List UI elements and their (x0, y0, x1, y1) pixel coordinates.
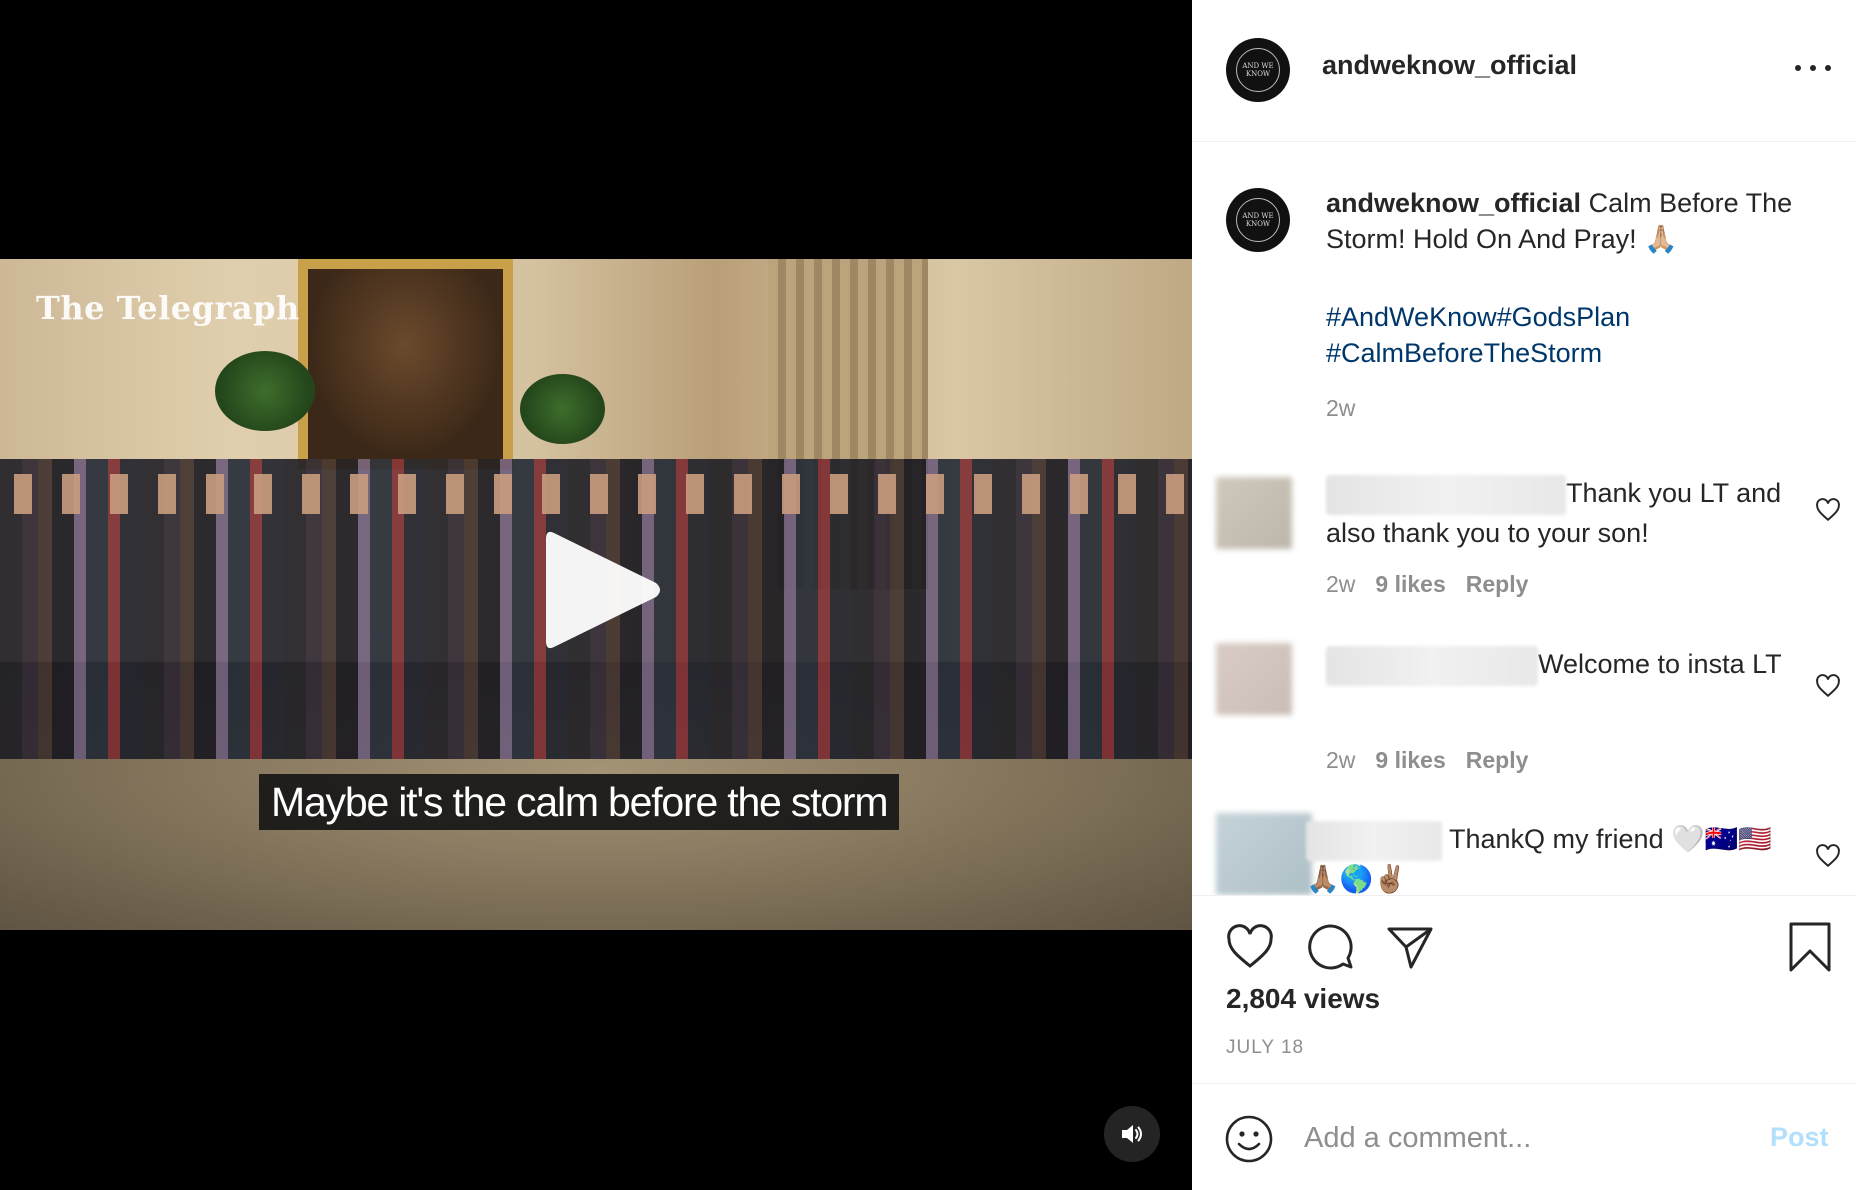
caption-hashtags: #AndWeKnow#GodsPlan #CalmBeforeTheStorm (1326, 299, 1836, 371)
comment-bubble-icon[interactable] (1304, 921, 1356, 973)
caption-username[interactable]: andweknow_official (1326, 188, 1581, 218)
comment-time[interactable]: 2w (1326, 747, 1355, 773)
save-bookmark-icon[interactable] (1784, 921, 1836, 973)
comment-item: Welcome to insta LT 2w 9 likes Reply (1192, 643, 1856, 793)
video-subtitle: Maybe it's the calm before the storm (259, 774, 900, 830)
comment-avatar[interactable] (1216, 643, 1292, 715)
post-actions: 2,804 views JULY 18 (1192, 895, 1856, 1083)
post-username[interactable]: andweknow_official (1322, 50, 1577, 81)
hashtag-link[interactable]: #AndWeKnow (1326, 302, 1497, 332)
post-header: AND WE KNOW andweknow_official (1192, 0, 1856, 142)
comment-avatar[interactable] (1216, 813, 1312, 895)
comment-meta: 2w 9 likes Reply (1326, 571, 1528, 598)
comment-likes[interactable]: 9 likes (1375, 747, 1445, 773)
video-crowd-faces (0, 474, 1192, 514)
like-heart-icon[interactable] (1224, 921, 1276, 973)
add-comment-bar: Post (1192, 1083, 1856, 1190)
comment-text: Welcome to insta LT (1538, 649, 1782, 680)
comment-meta: 2w 9 likes Reply (1326, 747, 1528, 774)
comment-username-redacted[interactable] (1306, 821, 1442, 861)
video-player[interactable]: The Telegraph Maybe it's the calm before… (0, 0, 1192, 1190)
post-date[interactable]: JULY 18 (1226, 1037, 1304, 1059)
play-icon[interactable] (540, 525, 664, 655)
view-count[interactable]: 2,804 views (1226, 983, 1380, 1015)
speaker-icon (1122, 1125, 1142, 1143)
comment-username-redacted[interactable] (1326, 475, 1566, 515)
caption-avatar-logo: AND WE KNOW (1235, 197, 1281, 243)
video-plant-right (520, 374, 605, 444)
comment-item: ThankQ my friend 🤍🇦🇺🇺🇸 🙏🏽🌎✌🏽 (1192, 813, 1856, 895)
heart-icon[interactable] (1815, 843, 1841, 869)
comment-item: Thank you LT and also thank you to your … (1192, 467, 1856, 617)
post-comment-button[interactable]: Post (1770, 1122, 1829, 1153)
caption: andweknow_official Calm Before The Storm… (1326, 185, 1836, 257)
avatar[interactable]: AND WE KNOW (1226, 38, 1290, 102)
reply-button[interactable]: Reply (1466, 571, 1529, 597)
caption-avatar[interactable]: AND WE KNOW (1226, 188, 1290, 252)
comments-list[interactable]: AND WE KNOW andweknow_official Calm Befo… (1192, 143, 1856, 895)
volume-toggle-button[interactable] (1104, 1106, 1160, 1162)
video-plant-left (215, 351, 315, 431)
comment-body: Thank you LT and also thank you to your … (1326, 475, 1786, 552)
video-watermark: The Telegraph (36, 289, 300, 327)
emoji-smiley-icon[interactable] (1224, 1114, 1274, 1164)
comment-input[interactable] (1304, 1110, 1754, 1166)
heart-icon[interactable] (1815, 497, 1841, 523)
caption-timestamp[interactable]: 2w (1326, 395, 1355, 422)
comment-likes[interactable]: 9 likes (1375, 571, 1445, 597)
video-painting (298, 259, 513, 469)
share-paper-plane-icon[interactable] (1384, 921, 1436, 973)
comment-avatar[interactable] (1216, 477, 1292, 549)
comment-time[interactable]: 2w (1326, 571, 1355, 597)
hashtag-link[interactable]: #GodsPlan (1497, 302, 1631, 332)
comment-username-redacted[interactable] (1326, 646, 1538, 686)
heart-icon[interactable] (1815, 673, 1841, 699)
comment-body: ThankQ my friend 🤍🇦🇺🇺🇸 🙏🏽🌎✌🏽 (1306, 821, 1776, 895)
avatar-logo: AND WE KNOW (1235, 47, 1281, 93)
comment-body: Welcome to insta LT (1326, 646, 1786, 686)
post-side-panel: AND WE KNOW andweknow_official AND WE KN… (1192, 0, 1856, 1190)
hashtag-link[interactable]: #CalmBeforeTheStorm (1326, 338, 1602, 368)
more-options-icon[interactable] (1795, 56, 1831, 80)
reply-button[interactable]: Reply (1466, 747, 1529, 773)
